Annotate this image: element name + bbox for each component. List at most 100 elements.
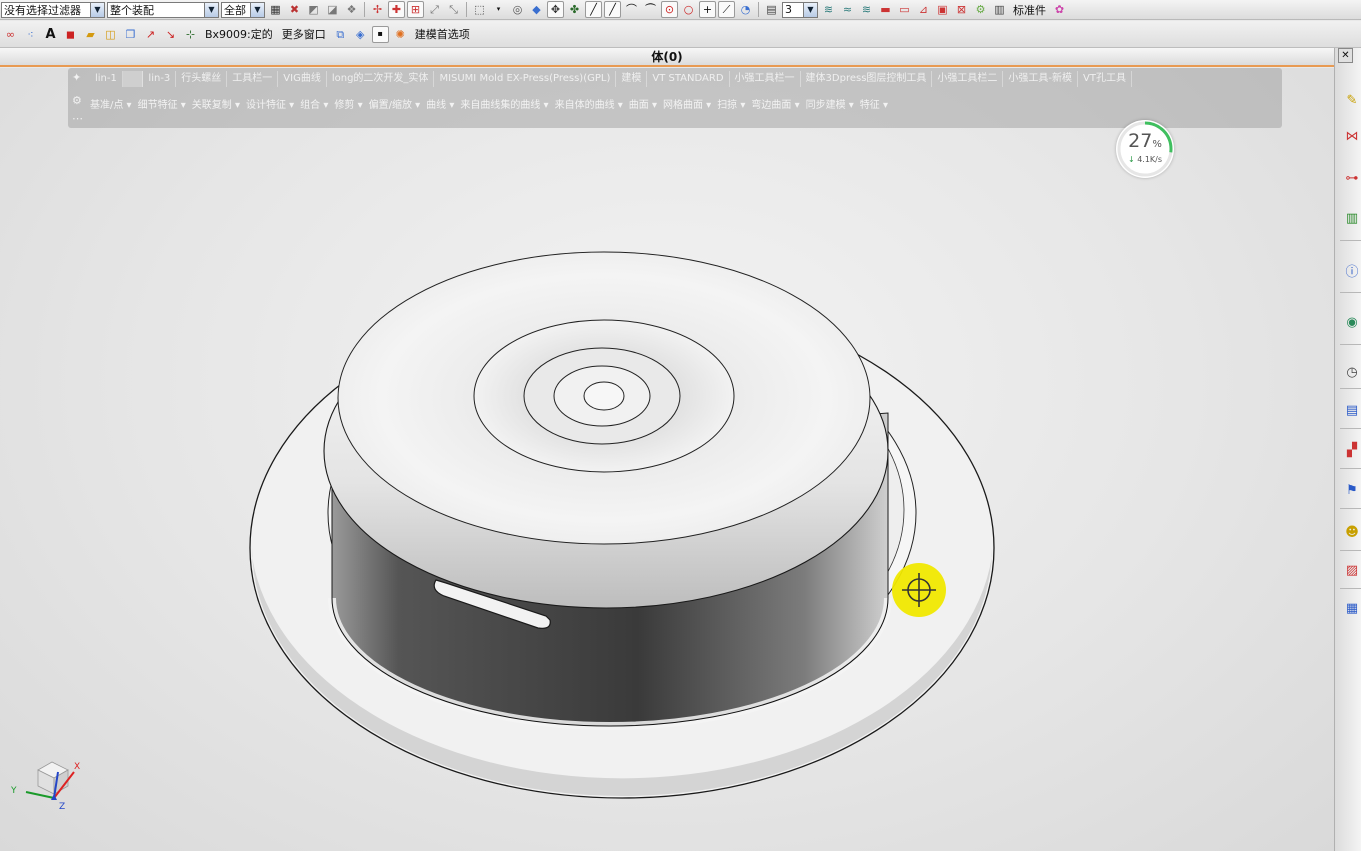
ribbon-tab[interactable]: lin-1 bbox=[90, 71, 123, 87]
ribbon-tab[interactable]: 小强工具栏二 bbox=[932, 71, 1004, 87]
ribbon-group[interactable]: 网格曲面 ▾ bbox=[663, 96, 711, 111]
history-icon[interactable]: ◉ bbox=[1342, 312, 1361, 332]
folder-icon[interactable]: ▰ bbox=[82, 26, 99, 43]
image-icon[interactable]: ▨ bbox=[1342, 560, 1361, 580]
ellipse-icon[interactable]: ◔ bbox=[737, 1, 754, 18]
layer-icon[interactable]: ▤ bbox=[763, 1, 780, 18]
ribbon-group[interactable]: 弯边曲面 ▾ bbox=[751, 96, 799, 111]
assembly-navigator-icon[interactable]: ✎ bbox=[1342, 90, 1361, 110]
users-icon[interactable]: ☻ bbox=[1342, 522, 1361, 542]
tangent-line-icon[interactable]: ⟋ bbox=[718, 1, 735, 18]
macro-button[interactable]: Bx9009:定的 bbox=[202, 26, 276, 42]
copy-to-layer-icon[interactable]: ≋ bbox=[858, 1, 875, 18]
select-body-icon[interactable]: ◪ bbox=[324, 1, 341, 18]
ribbon-group[interactable]: 组合 ▾ bbox=[300, 96, 328, 111]
ribbon-group[interactable]: 关联复制 ▾ bbox=[192, 96, 240, 111]
snap-options-icon[interactable]: ✚ bbox=[388, 1, 405, 18]
select-face-icon[interactable]: ◩ bbox=[305, 1, 322, 18]
line-two-points-icon[interactable]: ╱ bbox=[604, 1, 621, 18]
chevron-down-icon[interactable]: ▼ bbox=[250, 2, 264, 17]
ribbon-tab[interactable]: 行头螺丝 bbox=[176, 71, 228, 87]
close-icon[interactable]: ✕ bbox=[1338, 48, 1353, 63]
palette-icon[interactable]: ✿ bbox=[1051, 1, 1068, 18]
point-constructor-icon[interactable]: ✥ bbox=[547, 1, 564, 18]
glasses-icon[interactable]: ∞ bbox=[2, 26, 19, 43]
ribbon-group[interactable]: 来自曲线集的曲线 ▾ bbox=[460, 96, 548, 111]
ribbon-tab[interactable]: 建模 bbox=[616, 71, 648, 87]
system-materials-icon[interactable]: ▤ bbox=[1342, 400, 1361, 420]
ribbon-group[interactable]: 修剪 ▾ bbox=[334, 96, 362, 111]
view-orient-icon[interactable]: ◎ bbox=[509, 1, 526, 18]
standard-parts-icon[interactable]: ▥ bbox=[991, 1, 1008, 18]
report-icon[interactable]: ▣ bbox=[934, 1, 951, 18]
visual-palette-icon[interactable]: ▞ bbox=[1342, 440, 1361, 460]
graphics-viewport[interactable]: ✦ ⚙ ⋯ lin-1 lin-3 行头螺丝 工具栏一 VIG曲线 long的二… bbox=[0, 68, 1334, 851]
copy-icon[interactable]: ❐ bbox=[122, 26, 139, 43]
chevron-down-icon[interactable]: ▼ bbox=[803, 2, 817, 17]
shaded-view-icon[interactable]: ◆ bbox=[528, 1, 545, 18]
selection-filter-dropdown[interactable]: 没有选择过滤器 ▼ bbox=[1, 1, 105, 18]
select-feature-icon[interactable]: ❖ bbox=[343, 1, 360, 18]
snap-midpoint-icon[interactable]: ⤢ bbox=[426, 1, 443, 18]
export-icon[interactable]: ⊠ bbox=[953, 1, 970, 18]
ribbon-group[interactable]: 细节特征 ▾ bbox=[138, 96, 186, 111]
paint-icon[interactable]: ◈ bbox=[352, 26, 369, 43]
print-icon[interactable]: ▦ bbox=[1342, 598, 1361, 618]
rectangle-select-icon[interactable]: ⬚ bbox=[471, 1, 488, 18]
window-icon[interactable]: ⧉ bbox=[332, 26, 349, 43]
modeling-preferences-button[interactable]: 建模首选项 bbox=[412, 26, 473, 42]
circle-center-icon[interactable]: ⊙ bbox=[661, 1, 678, 18]
snap-control-icon[interactable]: ⤡ bbox=[445, 1, 462, 18]
grid-icon[interactable]: ▦ bbox=[267, 1, 284, 18]
web-browser-icon[interactable]: ⓘ bbox=[1342, 260, 1361, 280]
circle-icon[interactable]: ○ bbox=[680, 1, 697, 18]
part-model[interactable] bbox=[0, 68, 1334, 851]
ribbon-tab[interactable]: 小强工具栏一 bbox=[730, 71, 801, 87]
ribbon-tab[interactable]: VT STANDARD bbox=[647, 71, 730, 87]
ribbon-tab[interactable]: lin-3 bbox=[143, 71, 177, 87]
ribbon-tab[interactable]: MISUMI Mold EX-Press(Press)(GPL) bbox=[434, 71, 617, 87]
deselect-icon[interactable]: ✖ bbox=[286, 1, 303, 18]
constraint-navigator-icon[interactable]: ⋈ bbox=[1342, 126, 1361, 146]
part-navigator-icon[interactable]: ⊶ bbox=[1342, 168, 1361, 188]
more-windows-button[interactable]: 更多窗口 bbox=[279, 26, 329, 42]
ribbon-tab[interactable]: VIG曲线 bbox=[278, 71, 327, 87]
ribbon-tab-blank[interactable] bbox=[122, 71, 144, 87]
chart-icon[interactable]: ⊿ bbox=[915, 1, 932, 18]
measure-icon[interactable]: ↘ bbox=[162, 26, 179, 43]
point-set-icon[interactable]: ✤ bbox=[566, 1, 583, 18]
ribbon-group[interactable]: 来自体的曲线 ▾ bbox=[555, 96, 623, 111]
gear-icon[interactable]: ⚙ bbox=[72, 94, 86, 108]
tool-icon[interactable]: ⚙ bbox=[972, 1, 989, 18]
ribbon-group[interactable]: 特征 ▾ bbox=[860, 96, 888, 111]
ribbon-group[interactable]: 扫掠 ▾ bbox=[717, 96, 745, 111]
ribbon-group[interactable]: 同步建模 ▾ bbox=[806, 96, 854, 111]
bridge-curve-icon[interactable]: ⏜ bbox=[642, 1, 659, 18]
layer-visible-icon[interactable]: ▭ bbox=[896, 1, 913, 18]
snap-point-icon[interactable]: ✢ bbox=[369, 1, 386, 18]
ribbon-tab[interactable]: 建体3Dpress图层控制工具 bbox=[801, 71, 933, 87]
line-icon[interactable]: ╱ bbox=[585, 1, 602, 18]
selection-scope-dropdown[interactable]: 全部 ▼ bbox=[221, 1, 265, 18]
checkbox-icon[interactable]: ▪ bbox=[371, 25, 389, 43]
record-icon[interactable]: ◼ bbox=[62, 26, 79, 43]
layer-settings-icon[interactable]: ≋ bbox=[820, 1, 837, 18]
ribbon-group[interactable]: 基准/点 ▾ bbox=[90, 96, 132, 111]
ribbon-tab[interactable]: VT孔工具 bbox=[1078, 71, 1132, 87]
chevron-down-icon[interactable]: ▼ bbox=[204, 2, 218, 17]
ribbon-group[interactable]: 设计特征 ▾ bbox=[246, 96, 294, 111]
move-to-layer-icon[interactable]: ≈ bbox=[839, 1, 856, 18]
ribbon-tab[interactable]: 工具栏一 bbox=[227, 71, 279, 87]
coordinate-icon[interactable]: ⊹ bbox=[182, 26, 199, 43]
work-layer-dropdown[interactable]: 3 ▼ bbox=[782, 1, 818, 18]
vector-icon[interactable]: ↗ bbox=[142, 26, 159, 43]
text-annotation-icon[interactable]: A bbox=[42, 26, 59, 43]
reuse-library-icon[interactable]: ▥ bbox=[1342, 208, 1361, 228]
bird-icon[interactable]: ✦ bbox=[72, 71, 86, 85]
arc-icon[interactable]: ⌒ bbox=[623, 1, 640, 18]
cross-point-icon[interactable]: + bbox=[699, 1, 716, 18]
clock-icon[interactable]: ◷ bbox=[1342, 362, 1361, 382]
view-triad[interactable]: X Y Z bbox=[8, 758, 88, 818]
ribbon-tab[interactable]: 小强工具-新模 bbox=[1003, 71, 1079, 87]
chevron-down-icon[interactable]: ▼ bbox=[90, 2, 104, 17]
